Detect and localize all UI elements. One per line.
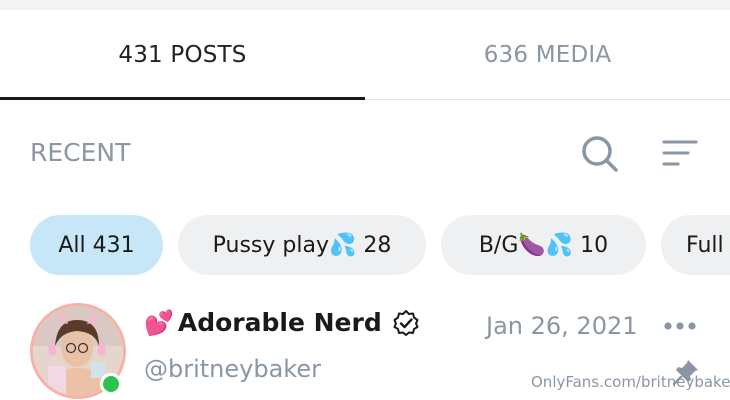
author-emoji: 💕 xyxy=(144,308,174,337)
post-date: Jan 26, 2021 xyxy=(486,312,638,340)
active-tab-indicator xyxy=(0,97,365,100)
author-name: Adorable Nerd xyxy=(177,308,382,337)
profile-tabs: 431 POSTS 636 MEDIA xyxy=(0,10,730,102)
search-icon[interactable] xyxy=(580,134,620,174)
tab-media[interactable]: 636 MEDIA xyxy=(365,10,730,100)
author-name-row[interactable]: 💕 Adorable Nerd xyxy=(144,308,420,337)
watermark-text: OnlyFans.com/britneybaker xyxy=(531,373,730,391)
sort-label: RECENT xyxy=(30,138,131,167)
verified-icon xyxy=(393,309,419,336)
top-strip xyxy=(0,0,730,10)
online-indicator xyxy=(100,373,122,395)
filter-bar: RECENT xyxy=(0,130,730,180)
author-handle[interactable]: @britneybaker xyxy=(144,355,321,383)
chip-pussy-play[interactable]: Pussy play💦 28 xyxy=(178,215,426,275)
chip-full[interactable]: Full xyxy=(661,215,730,275)
tab-divider xyxy=(365,99,730,100)
chip-all[interactable]: All 431 xyxy=(30,215,163,275)
category-chips: All 431 Pussy play💦 28 B/G🍆💦 10 Full xyxy=(0,215,730,275)
chip-bg[interactable]: B/G🍆💦 10 xyxy=(441,215,646,275)
more-options-icon[interactable] xyxy=(662,314,698,338)
sort-icon[interactable] xyxy=(660,138,700,170)
tab-posts[interactable]: 431 POSTS xyxy=(0,10,365,100)
post-header: 💕 Adorable Nerd @britneybaker Jan 26, 20… xyxy=(0,300,730,400)
